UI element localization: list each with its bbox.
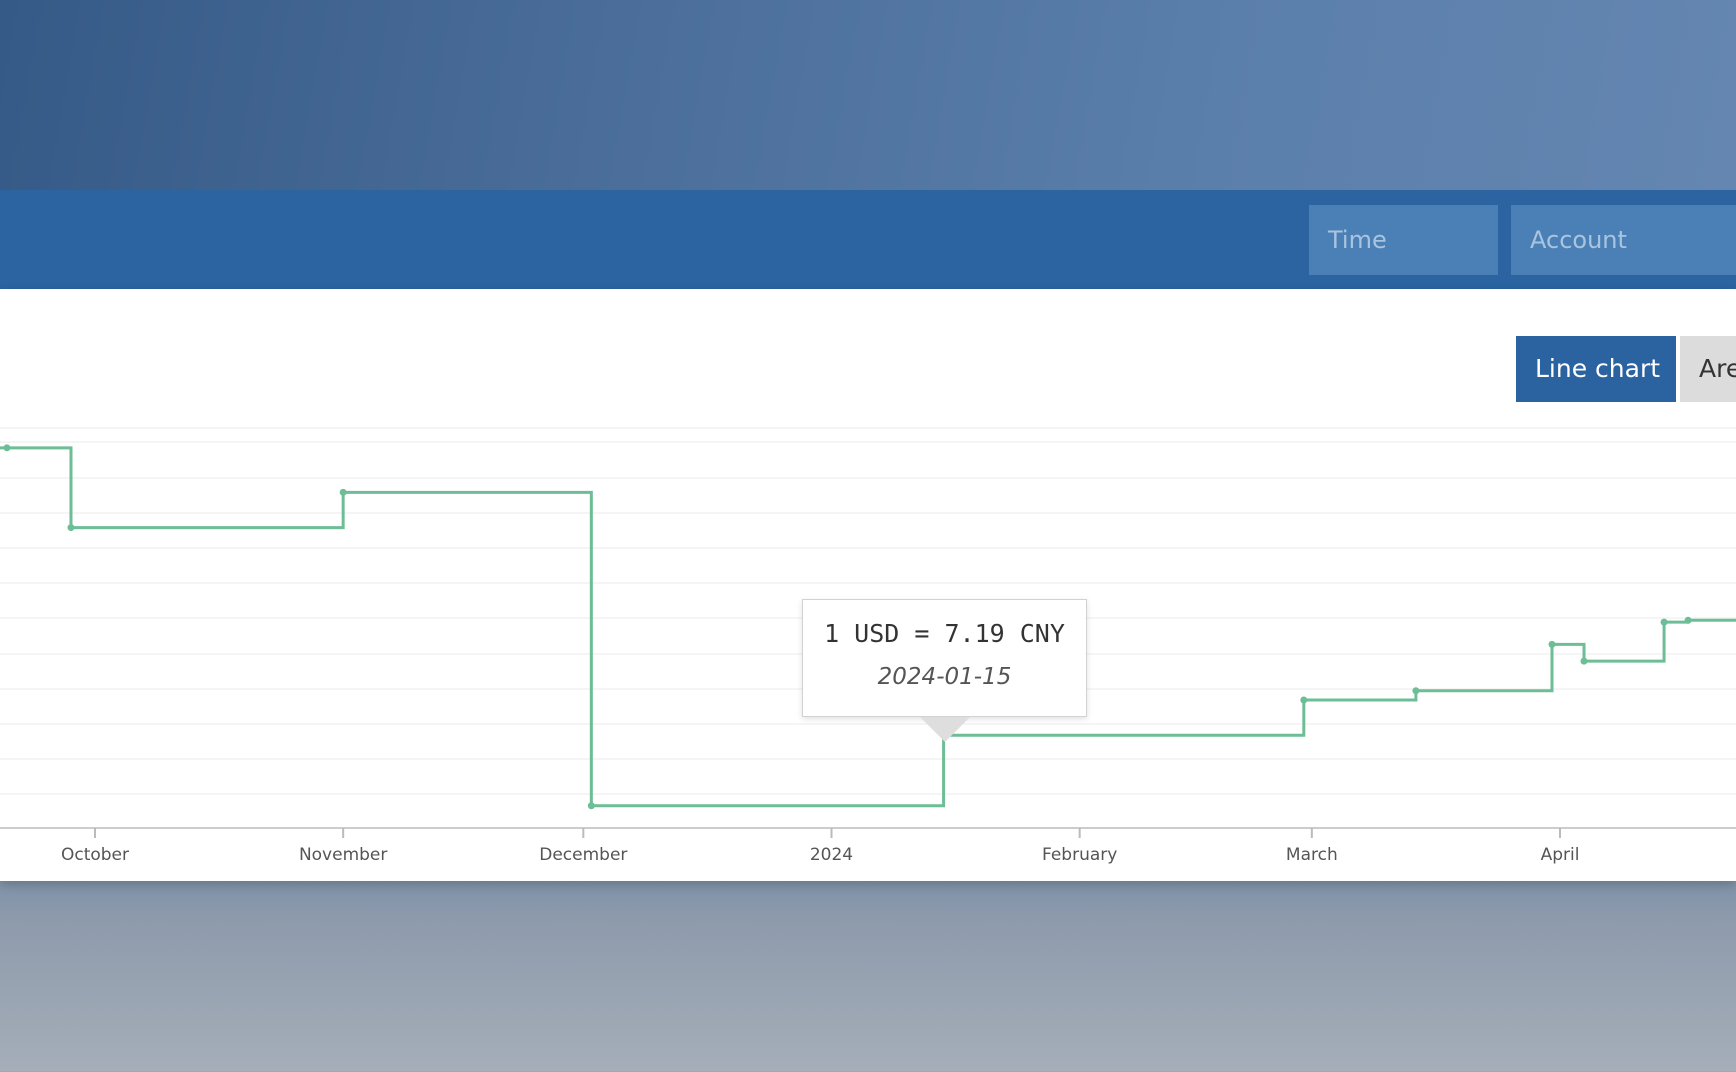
data-point	[1660, 618, 1668, 626]
data-point	[1684, 616, 1692, 624]
data-point	[3, 444, 11, 452]
data-point	[1300, 696, 1308, 704]
data-point	[1548, 640, 1556, 648]
x-tick-label: March	[1286, 845, 1338, 865]
exchange-rate-chart: October November December 2024 February March…	[0, 427, 1736, 865]
data-point	[587, 802, 595, 810]
x-tick-label: November	[299, 845, 387, 865]
x-tick-label: 2024	[810, 845, 853, 865]
x-tick-label: December	[539, 845, 627, 865]
data-point	[1580, 657, 1588, 665]
tooltip-pointer	[920, 717, 970, 742]
data-point	[67, 524, 75, 532]
tooltip-rate-value: 1 USD = 7.19 CNY	[824, 619, 1065, 648]
x-tick-label: February	[1042, 845, 1117, 865]
rate-tooltip: 1 USD = 7.19 CNY 2024-01-15	[802, 599, 1087, 717]
x-tick-label: April	[1541, 845, 1580, 865]
data-point	[339, 488, 347, 496]
x-tick-label: October	[61, 845, 129, 865]
data-point	[1412, 687, 1420, 695]
tooltip-date: 2024-01-15	[877, 664, 1012, 690]
